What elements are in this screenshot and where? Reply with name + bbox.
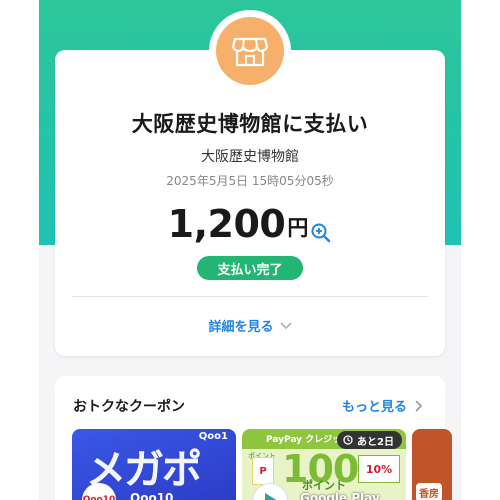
payment-complete-screen: 大阪歴史博物館に支払い 大阪歴史博物館 2025年5月5日 15時05分05秒 … [39,0,461,500]
coupon-card-google-play[interactable]: PayPay クレジッ あと2日 ポイント P 100 ポイント 10% Goo… [242,429,406,500]
coupon-section: おトクなクーポン もっと見る メガポ Qoo1 Qoo10 Qoo10 PayP… [55,376,452,500]
coupon-corner-text: Qoo1 [198,431,228,442]
coupon-rate: 10% [358,455,400,483]
coupon-merchant-name: Qoo10 [130,491,174,500]
clock-icon [343,435,353,445]
divider [72,296,428,297]
coupon-label: 香房 [416,483,442,500]
details-toggle[interactable]: 詳細を見る [55,316,445,335]
store-avatar [209,10,291,92]
coupon-section-title: おトクなクーポン [73,399,185,415]
see-more-link[interactable]: もっと見る [342,396,423,415]
chevron-down-icon [280,322,291,329]
details-label: 詳細を見る [208,320,274,335]
store-icon [232,37,268,67]
merchant-name: 大阪歴史博物館 [201,149,299,165]
coupon-merchant-name: Google Play [300,491,380,500]
amount-row: 1,200 円 [55,202,445,246]
see-more-label: もっと見る [341,400,407,415]
zoom-in-icon[interactable] [310,222,332,244]
chevron-right-icon [415,400,422,411]
coupon-card-partial[interactable]: 香房 [412,429,452,500]
play-icon [265,493,277,500]
payment-datetime: 2025年5月5日 15時05分05秒 [166,174,334,188]
coupon-card-qoo10[interactable]: メガポ Qoo1 Qoo10 Qoo10 [72,429,236,500]
days-left-label: あと2日 [357,436,394,448]
status-badge: 支払い完了 [197,256,303,280]
payment-title: 大阪歴史博物館に支払い [131,112,369,136]
payment-amount: 1,200 [167,202,286,246]
google-play-logo [252,483,288,500]
currency-label: 円 [287,216,309,240]
coupon-logo: P [252,457,274,485]
coupon-header-text: PayPay クレジッ [266,435,342,445]
